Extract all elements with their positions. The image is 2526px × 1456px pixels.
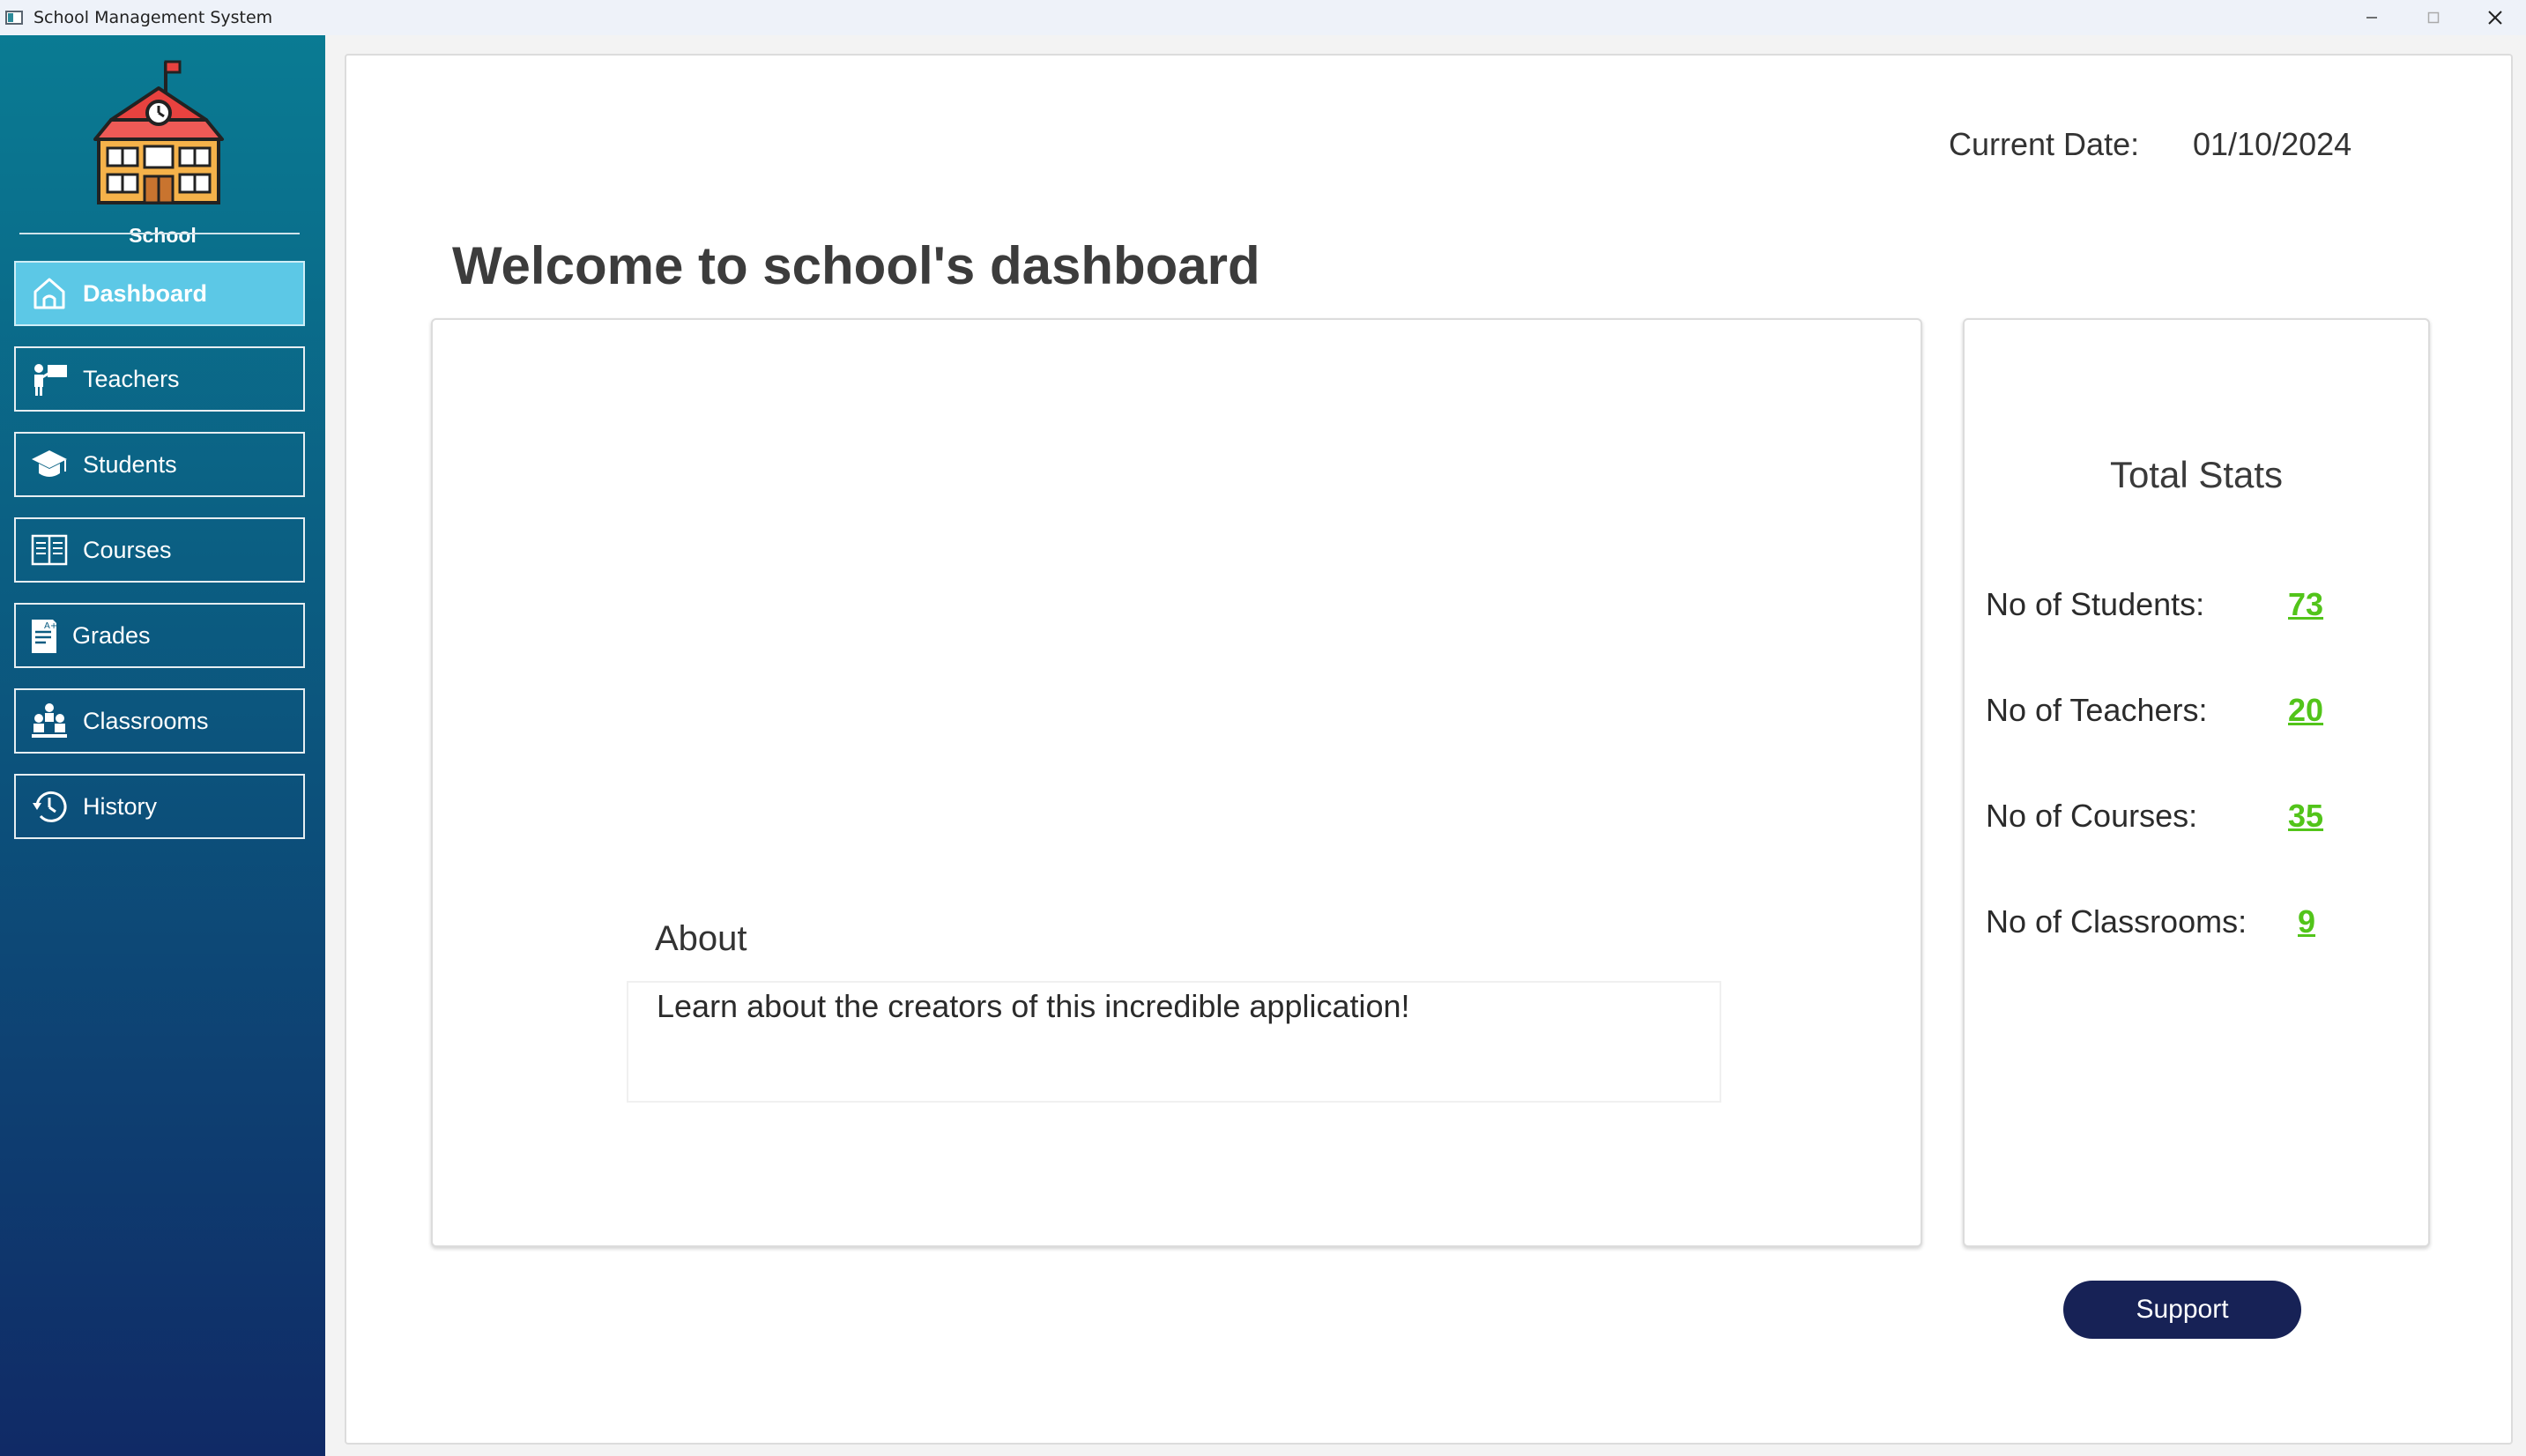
sidebar-item-label: History	[83, 792, 158, 820]
sidebar-item-label: Classrooms	[83, 707, 209, 734]
window-titlebar: School Management System	[0, 0, 2526, 35]
graduation-cap-icon	[28, 443, 71, 486]
sidebar-item-label: Grades	[72, 621, 151, 649]
sidebar-item-label: Teachers	[83, 365, 180, 392]
sidebar-item-label: Courses	[83, 536, 172, 563]
sidebar: School Dashboard Teachers Students Cours…	[0, 35, 325, 1456]
minimize-icon	[2366, 17, 2377, 19]
stat-label-classrooms: No of Classrooms:	[1986, 903, 2247, 940]
sidebar-item-label: Students	[83, 450, 177, 478]
sidebar-item-classrooms[interactable]: Classrooms	[14, 688, 305, 754]
close-button[interactable]	[2464, 0, 2526, 35]
maximize-button[interactable]	[2403, 0, 2464, 35]
sidebar-item-dashboard[interactable]: Dashboard	[14, 261, 305, 326]
sidebar-item-courses[interactable]: Courses	[14, 517, 305, 583]
stat-value-students[interactable]: 73	[2288, 586, 2323, 623]
stat-value-teachers[interactable]: 20	[2288, 692, 2323, 729]
home-icon	[28, 272, 71, 315]
teacher-icon	[28, 358, 71, 400]
sidebar-item-history[interactable]: History	[14, 774, 305, 839]
total-stats-card: Total Stats No of Students: 73 No of Tea…	[1963, 318, 2430, 1247]
about-description: Learn about the creators of this incredi…	[657, 988, 1410, 1024]
about-title: About	[655, 919, 747, 958]
main-panel: Current Date: 01/10/2024 Welcome to scho…	[345, 54, 2513, 1445]
stat-label-courses: No of Courses:	[1986, 798, 2198, 834]
stats-title: Total Stats	[2109, 454, 2284, 495]
stat-value-classrooms[interactable]: 9	[2298, 903, 2315, 940]
logo-label: School	[129, 224, 197, 247]
sidebar-item-label: Dashboard	[83, 279, 208, 307]
about-link-box[interactable]: Learn about the creators of this incredi…	[627, 981, 1721, 1103]
window-title: School Management System	[33, 8, 273, 27]
current-date-value: 01/10/2024	[2193, 126, 2352, 162]
sidebar-divider	[19, 233, 300, 234]
stat-value-courses[interactable]: 35	[2288, 798, 2323, 835]
stat-label-teachers: No of Teachers:	[1986, 692, 2208, 728]
sidebar-item-grades[interactable]: A+ Grades	[14, 603, 305, 668]
support-button[interactable]: Support	[2063, 1281, 2301, 1339]
stat-label-students: No of Students:	[1986, 586, 2205, 622]
book-icon	[28, 529, 71, 571]
grades-document-icon: A+	[23, 614, 65, 657]
maximize-icon	[2427, 11, 2440, 24]
close-icon	[2488, 11, 2502, 25]
page-title: Welcome to school's dashboard	[452, 236, 1260, 295]
current-date-label: Current Date:	[1949, 126, 2140, 162]
history-icon	[28, 785, 71, 828]
sidebar-item-teachers[interactable]: Teachers	[14, 346, 305, 412]
window-controls	[2341, 0, 2526, 35]
classroom-icon	[28, 700, 71, 742]
sidebar-item-students[interactable]: Students	[14, 432, 305, 497]
svg-text:A+: A+	[44, 621, 57, 631]
school-logo-icon	[93, 60, 224, 204]
about-card: About Learn about the creators of this i…	[431, 318, 1922, 1247]
app-icon	[5, 9, 25, 26]
minimize-button[interactable]	[2341, 0, 2403, 35]
